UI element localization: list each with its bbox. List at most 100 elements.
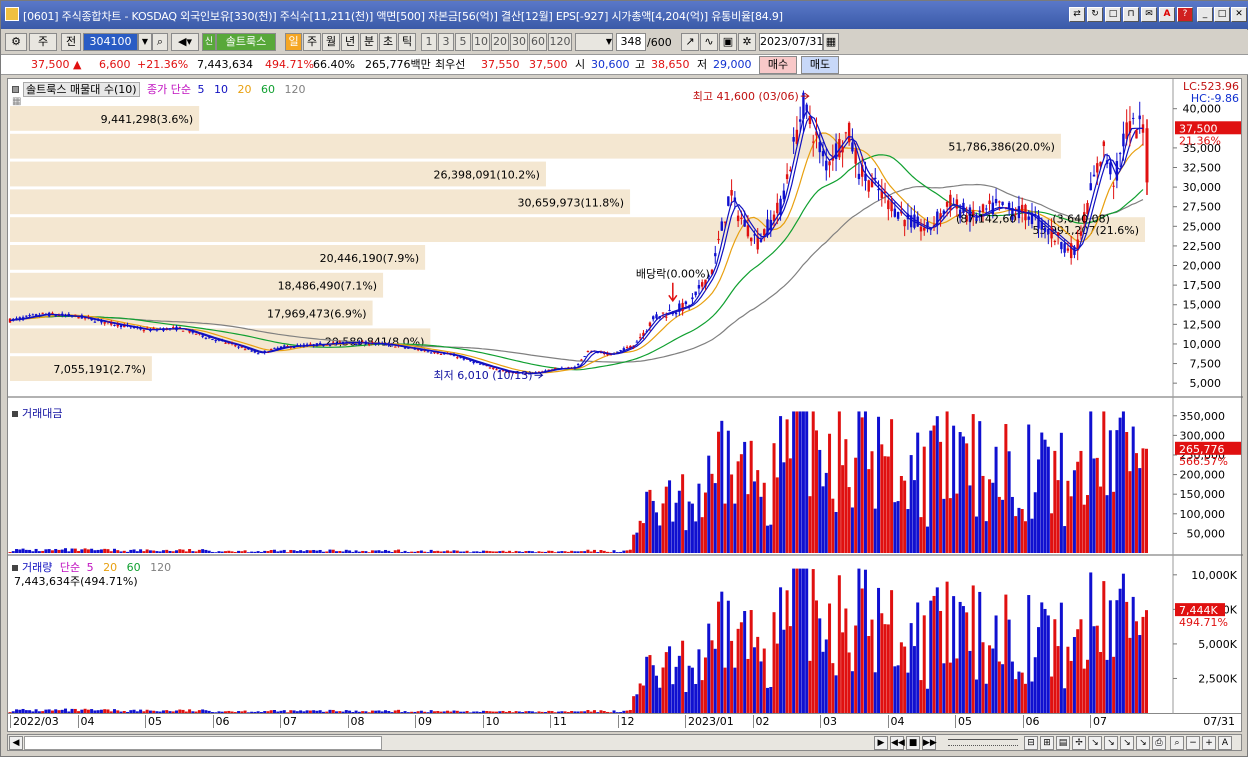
help-icon[interactable]: ? [1177,7,1193,22]
date-input[interactable]: 2023/07/31 [759,33,823,51]
pin-icon[interactable]: ⊓ [1123,7,1139,22]
line-tool-icon[interactable]: ↘ [1088,736,1102,750]
layout-icon-2[interactable]: ⊞ [1040,736,1054,750]
gear-icon[interactable]: ✲ [738,33,756,51]
line-tool-icon-2[interactable]: ↘ [1104,736,1118,750]
step-5[interactable]: 5 [455,33,471,51]
line-tool-icon-3[interactable]: ↘ [1120,736,1134,750]
tab-daily[interactable]: 일 [285,33,302,51]
maximize-button[interactable]: □ [1214,7,1230,22]
close-button[interactable]: ✕ [1231,7,1247,22]
stop-icon[interactable]: ■ [906,736,920,750]
cross-icon[interactable]: ✢ [1072,736,1086,750]
tab-monthly[interactable]: 월 [322,33,340,51]
step-60[interactable]: 60 [529,33,547,51]
bar [514,711,518,713]
stock-code-input[interactable]: 304100 [83,33,138,51]
code-dropdown-icon[interactable]: ▼ [138,33,152,51]
bar [354,710,358,713]
chart-panel[interactable]: 9,441,298(3.6%) 51,786,386(20.0%) 26,398,0… [7,78,1243,715]
layout-icon-1[interactable]: ⊟ [1024,736,1038,750]
zoom-in-icon[interactable]: + [1202,736,1216,750]
x-axis-label: 2023/01 [685,715,734,728]
step-120[interactable]: 120 [548,33,572,51]
scrollbar[interactable]: ◀ ▶ ◀◀ ■ ▶▶ ⊟ ⊞ ▤ ✢ ↘ ↘ ↘ ↘ ⎙ ⌕ − + A [7,734,1242,751]
buy-button[interactable]: 매수 [759,56,797,74]
count-input[interactable]: 348 [616,33,646,51]
line-tool-icon-4[interactable]: ↘ [1136,736,1150,750]
bar [684,692,688,713]
chart-svg[interactable]: 9,441,298(3.6%) 51,786,386(20.0%) 26,398,0… [8,79,1243,715]
bar [929,430,933,553]
step-10[interactable]: 10 [472,33,490,51]
search-icon[interactable]: ⌕ [152,33,168,51]
bar [766,687,770,713]
bar [1027,595,1031,713]
window-icon[interactable]: □ [1105,7,1121,22]
zoom-slider[interactable] [948,739,1018,746]
exchange-toggle[interactable]: 전 [61,33,81,51]
scroll-right-icon[interactable]: ▶ [874,736,888,750]
chart-settings-icon[interactable]: ⚙ [5,33,27,51]
save-icon[interactable]: ▣ [719,33,737,51]
market-select[interactable]: 주 [29,33,57,51]
candlestick [913,205,916,230]
tab-tick[interactable]: 틱 [398,33,416,51]
scroll-thumb[interactable] [24,736,382,750]
step-3[interactable]: 3 [438,33,454,51]
step-dropdown[interactable]: ▼ [575,33,613,51]
bar [106,709,110,713]
bar [984,683,988,713]
tab-minute[interactable]: 분 [360,33,378,51]
link-icon[interactable]: ⇄ [1069,7,1085,22]
scroll-left-icon[interactable]: ◀ [9,736,23,750]
bar [34,548,38,553]
volume-profile-label: 30,659,973(11.8%) [518,196,625,209]
grid-icon[interactable]: ▦ [12,96,21,107]
indicator-icon[interactable]: ∿ [700,33,718,51]
tab-yearly[interactable]: 년 [341,33,359,51]
legend-ma-20: 20 [237,83,252,96]
refresh-icon[interactable]: ↻ [1087,7,1103,22]
bar [612,710,616,713]
step-20[interactable]: 20 [491,33,509,51]
search-zoom-icon[interactable]: ⌕ [1170,736,1184,750]
last-candle-body [1145,128,1149,183]
fast-forward-icon[interactable]: ▶▶ [922,736,937,750]
step-30[interactable]: 30 [510,33,528,51]
bar [628,549,632,553]
bar [834,511,838,553]
font-size-icon[interactable]: A [1218,736,1232,750]
bar [459,711,463,713]
bar [351,551,355,553]
font-icon[interactable]: A [1159,7,1175,22]
bar [341,711,345,713]
title-bar: [0601] 주식종합차트 - KOSDAQ 외국인보유[330(천)] 주식수… [1,1,1248,29]
bar [857,568,861,713]
zoom-out-icon[interactable]: − [1186,736,1200,750]
minimize-button[interactable]: _ [1197,7,1213,22]
bar [893,502,897,553]
layout-icon-3[interactable]: ▤ [1056,736,1070,750]
sell-button[interactable]: 매도 [801,56,839,74]
candle-body [119,325,123,328]
candle-body [204,337,208,339]
tab-second[interactable]: 초 [379,33,397,51]
candle-body [152,327,155,329]
print-icon[interactable]: ⎙ [1152,736,1166,750]
bar [508,550,512,553]
bar [436,550,440,553]
rewind-icon[interactable]: ◀◀ [890,736,905,750]
bar [233,712,237,713]
draw-icon[interactable]: ↗ [681,33,699,51]
bar [406,552,410,553]
calendar-icon[interactable]: ▦ [823,33,839,51]
sound-icon[interactable]: ◀▾ [171,33,199,51]
candle-body [1027,216,1030,220]
tab-weekly[interactable]: 주 [303,33,321,51]
bar [730,640,734,713]
step-1[interactable]: 1 [421,33,437,51]
candle-body [697,285,701,289]
bar [645,656,649,713]
mail-icon[interactable]: ✉ [1141,7,1157,22]
